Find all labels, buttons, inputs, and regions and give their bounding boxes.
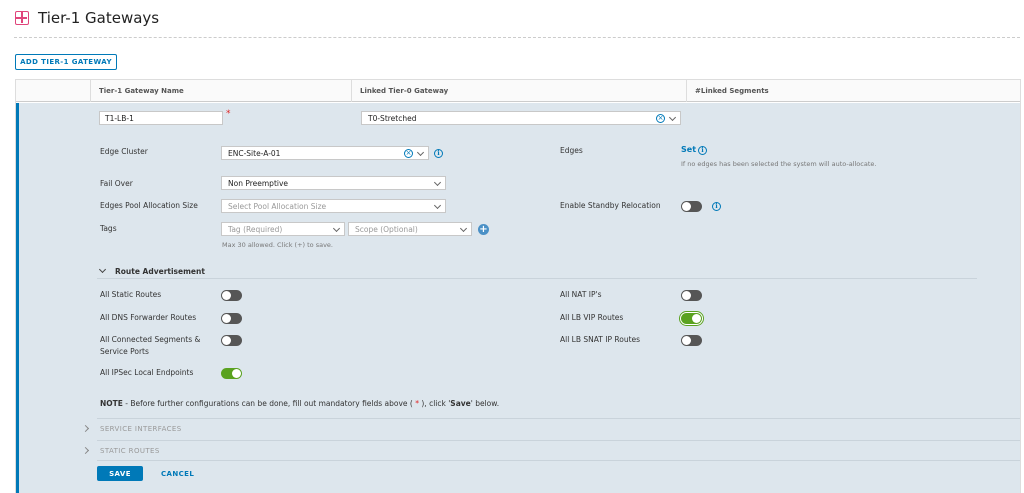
clear-icon[interactable]: ×	[656, 114, 665, 123]
fail-over-label: Fail Over	[100, 179, 133, 188]
pool-allocation-placeholder: Select Pool Allocation Size	[228, 201, 327, 211]
cancel-button[interactable]: CANCEL	[161, 466, 194, 481]
column-header-name[interactable]: Tier-1 Gateway Name	[91, 80, 351, 102]
add-tier1-gateway-button[interactable]: ADD TIER-1 GATEWAY	[15, 54, 117, 70]
info-icon[interactable]: i	[434, 149, 443, 158]
add-tag-button[interactable]: +	[478, 224, 489, 235]
section-divider	[97, 278, 977, 279]
standby-relocation-label: Enable Standby Relocation	[560, 201, 661, 210]
note-text: - Before further configurations can be d…	[122, 399, 416, 408]
standby-relocation-toggle[interactable]	[681, 201, 702, 212]
edge-cluster-value: ENC-Site-A-01	[228, 148, 281, 158]
route-adv-label: All NAT IP's	[560, 290, 602, 299]
section-divider	[97, 460, 1020, 461]
route-adv-label: All Static Routes	[100, 290, 162, 299]
tags-label: Tags	[100, 224, 117, 233]
edges-label: Edges	[560, 146, 583, 155]
scope-input[interactable]: Scope (Optional)	[348, 222, 472, 236]
service-interfaces-section[interactable]: SERVICE INTERFACES	[100, 425, 182, 433]
chevron-down-icon	[416, 148, 425, 157]
mandatory-note: NOTE - Before further configurations can…	[100, 399, 499, 408]
pool-allocation-select[interactable]: Select Pool Allocation Size	[221, 199, 446, 213]
chevron-down-icon	[433, 178, 442, 187]
edge-cluster-label: Edge Cluster	[100, 147, 148, 156]
gateway-name-input[interactable]: T1-LB-1	[99, 111, 223, 125]
tier0-gateway-select[interactable]: T0-Stretched ×	[361, 111, 681, 125]
route-adv-label: Service Ports	[100, 347, 149, 356]
column-header-linked-segments[interactable]: #Linked Segments	[687, 80, 1017, 102]
tag-input[interactable]: Tag (Required)	[221, 222, 345, 236]
fail-over-select[interactable]: Non Preemptive	[221, 176, 446, 190]
column-header-tier0[interactable]: Linked Tier-0 Gateway	[352, 80, 686, 102]
pool-allocation-label: Edges Pool Allocation Size	[100, 201, 198, 210]
static-routes-section[interactable]: STATIC ROUTES	[100, 447, 160, 455]
note-text: ' below.	[470, 399, 500, 408]
note-bold: NOTE	[100, 399, 123, 408]
scope-placeholder: Scope (Optional)	[355, 224, 418, 234]
all-lb-vip-routes-toggle[interactable]	[681, 313, 702, 324]
info-icon[interactable]: i	[712, 202, 721, 211]
route-advertisement-heading[interactable]: Route Advertisement	[115, 267, 205, 276]
page-title: Tier-1 Gateways	[38, 9, 160, 27]
route-adv-label: All LB SNAT IP Routes	[560, 335, 641, 344]
tag-placeholder: Tag (Required)	[228, 224, 283, 234]
tags-hint: Max 30 allowed. Click (+) to save.	[222, 241, 333, 249]
section-divider	[97, 418, 1020, 419]
note-save-word: Save	[450, 399, 471, 408]
edges-set-link[interactable]: Set	[681, 145, 696, 154]
save-button[interactable]: SAVE	[97, 466, 143, 481]
tier1-gateway-icon	[15, 11, 29, 25]
edge-cluster-select[interactable]: ENC-Site-A-01 ×	[221, 146, 429, 160]
fail-over-value: Non Preemptive	[228, 178, 289, 188]
tier0-gateway-value: T0-Stretched	[368, 113, 417, 123]
all-connected-segments-toggle[interactable]	[221, 335, 242, 346]
route-adv-label: All LB VIP Routes	[560, 313, 624, 322]
info-icon[interactable]: i	[698, 146, 707, 155]
all-dns-forwarder-routes-toggle[interactable]	[221, 313, 242, 324]
gateway-name-value: T1-LB-1	[105, 113, 134, 123]
all-lb-snat-ip-routes-toggle[interactable]	[681, 335, 702, 346]
chevron-down-icon	[332, 224, 341, 233]
all-ipsec-local-endpoints-toggle[interactable]	[221, 368, 242, 379]
chevron-down-icon	[433, 201, 442, 210]
required-marker: *	[226, 109, 231, 119]
chevron-down-icon	[668, 113, 677, 122]
section-divider	[97, 440, 1020, 441]
chevron-down-icon	[459, 224, 468, 233]
edges-hint: If no edges has been selected the system…	[681, 160, 877, 168]
all-nat-ips-toggle[interactable]	[681, 290, 702, 301]
clear-icon[interactable]: ×	[404, 149, 413, 158]
route-adv-label: All DNS Forwarder Routes	[100, 313, 197, 322]
route-adv-label: All Connected Segments &	[100, 335, 201, 344]
note-text: ), click '	[419, 399, 451, 408]
route-adv-label: All IPSec Local Endpoints	[100, 368, 194, 377]
all-static-routes-toggle[interactable]	[221, 290, 242, 301]
title-divider	[14, 37, 1020, 38]
